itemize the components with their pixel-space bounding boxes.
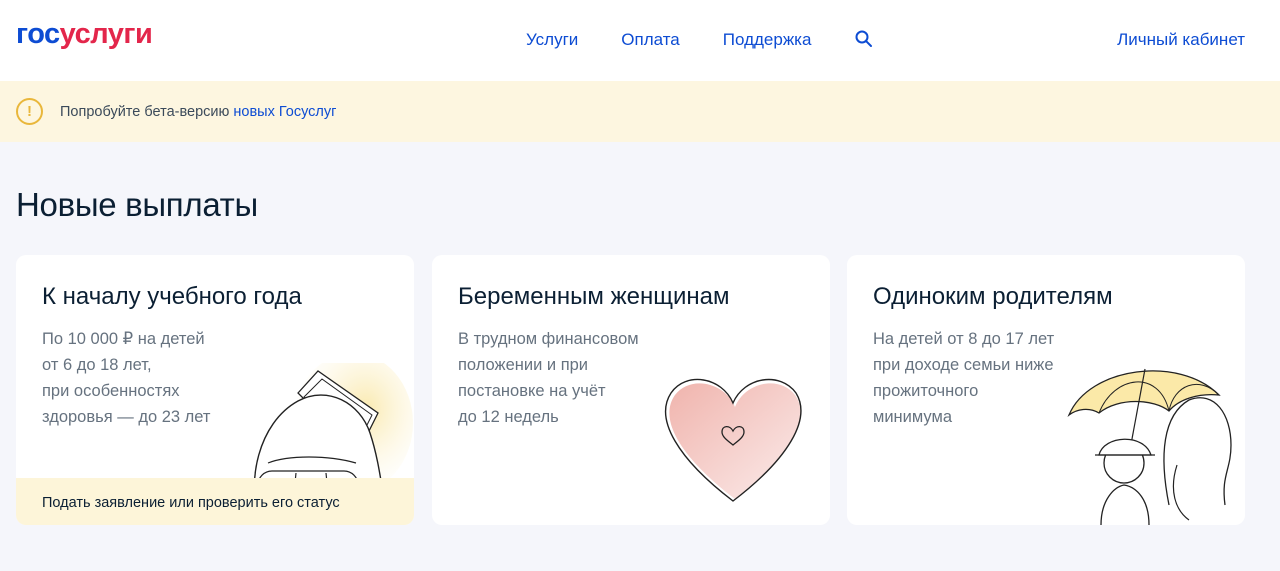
heart-icon xyxy=(664,378,802,502)
card-description-line: от 6 до 18 лет, xyxy=(42,356,152,374)
card-description-line: при доходе семьи ниже xyxy=(873,356,1054,374)
card-description-line: постановке на учёт xyxy=(458,382,606,400)
main-nav: Услуги Оплата Поддержка xyxy=(526,30,874,50)
beta-banner: ! Попробуйте бета-версию новых Госуслуг xyxy=(0,81,1280,142)
page-title: Новые выплаты xyxy=(16,186,258,223)
search-icon[interactable] xyxy=(854,29,874,49)
nav-item-services[interactable]: Услуги xyxy=(526,30,578,50)
card-title: К началу учебного года xyxy=(42,283,302,310)
gosuslugi-logo[interactable]: госуслуги xyxy=(16,18,153,50)
card-description-line: В трудном финансовом xyxy=(458,330,639,348)
beta-link[interactable]: новых Госуслуг xyxy=(233,104,336,120)
card-description-line: прожиточного xyxy=(873,382,979,400)
card-pregnant-women[interactable]: Беременным женщинам В трудном финансовом… xyxy=(432,255,830,525)
card-title: Беременным женщинам xyxy=(458,283,730,310)
card-description: В трудном финансовом положении и при пос… xyxy=(458,326,648,430)
card-description-line: На детей от 8 до 17 лет xyxy=(873,330,1055,348)
nav-item-support[interactable]: Поддержка xyxy=(723,30,812,50)
card-description-line: По 10 000 ₽ на детей xyxy=(42,330,205,348)
card-description-line: при особенностях xyxy=(42,382,180,400)
umbrella-family-icon xyxy=(1067,368,1232,525)
nav-item-payment[interactable]: Оплата xyxy=(621,30,679,50)
beta-banner-text: Попробуйте бета-версию новых Госуслуг xyxy=(60,104,336,120)
card-footer-apply-link[interactable]: Подать заявление или проверить его стату… xyxy=(16,478,414,525)
card-school-year[interactable]: К началу учебного года По 10 000 ₽ на де… xyxy=(16,255,414,525)
card-single-parents[interactable]: Одиноким родителям На детей от 8 до 17 л… xyxy=(847,255,1245,525)
beta-banner-label: Попробуйте бета-версию xyxy=(60,103,234,120)
logo-part-uslugi: услуги xyxy=(59,18,153,50)
card-description: По 10 000 ₽ на детей от 6 до 18 лет, при… xyxy=(42,326,232,430)
logo-part-gos: гос xyxy=(16,18,60,50)
warning-icon: ! xyxy=(16,98,43,125)
card-title: Одиноким родителям xyxy=(873,283,1113,310)
card-description-line: до 12 недель xyxy=(458,408,559,426)
card-description: На детей от 8 до 17 лет при доходе семьи… xyxy=(873,326,1063,430)
card-description-line: здоровья — до 23 лет xyxy=(42,408,211,426)
card-description-line: положении и при xyxy=(458,356,589,374)
card-description-line: минимума xyxy=(873,408,953,426)
header: госуслуги Услуги Оплата Поддержка Личный… xyxy=(0,0,1280,81)
personal-cabinet-link[interactable]: Личный кабинет xyxy=(1117,30,1245,50)
